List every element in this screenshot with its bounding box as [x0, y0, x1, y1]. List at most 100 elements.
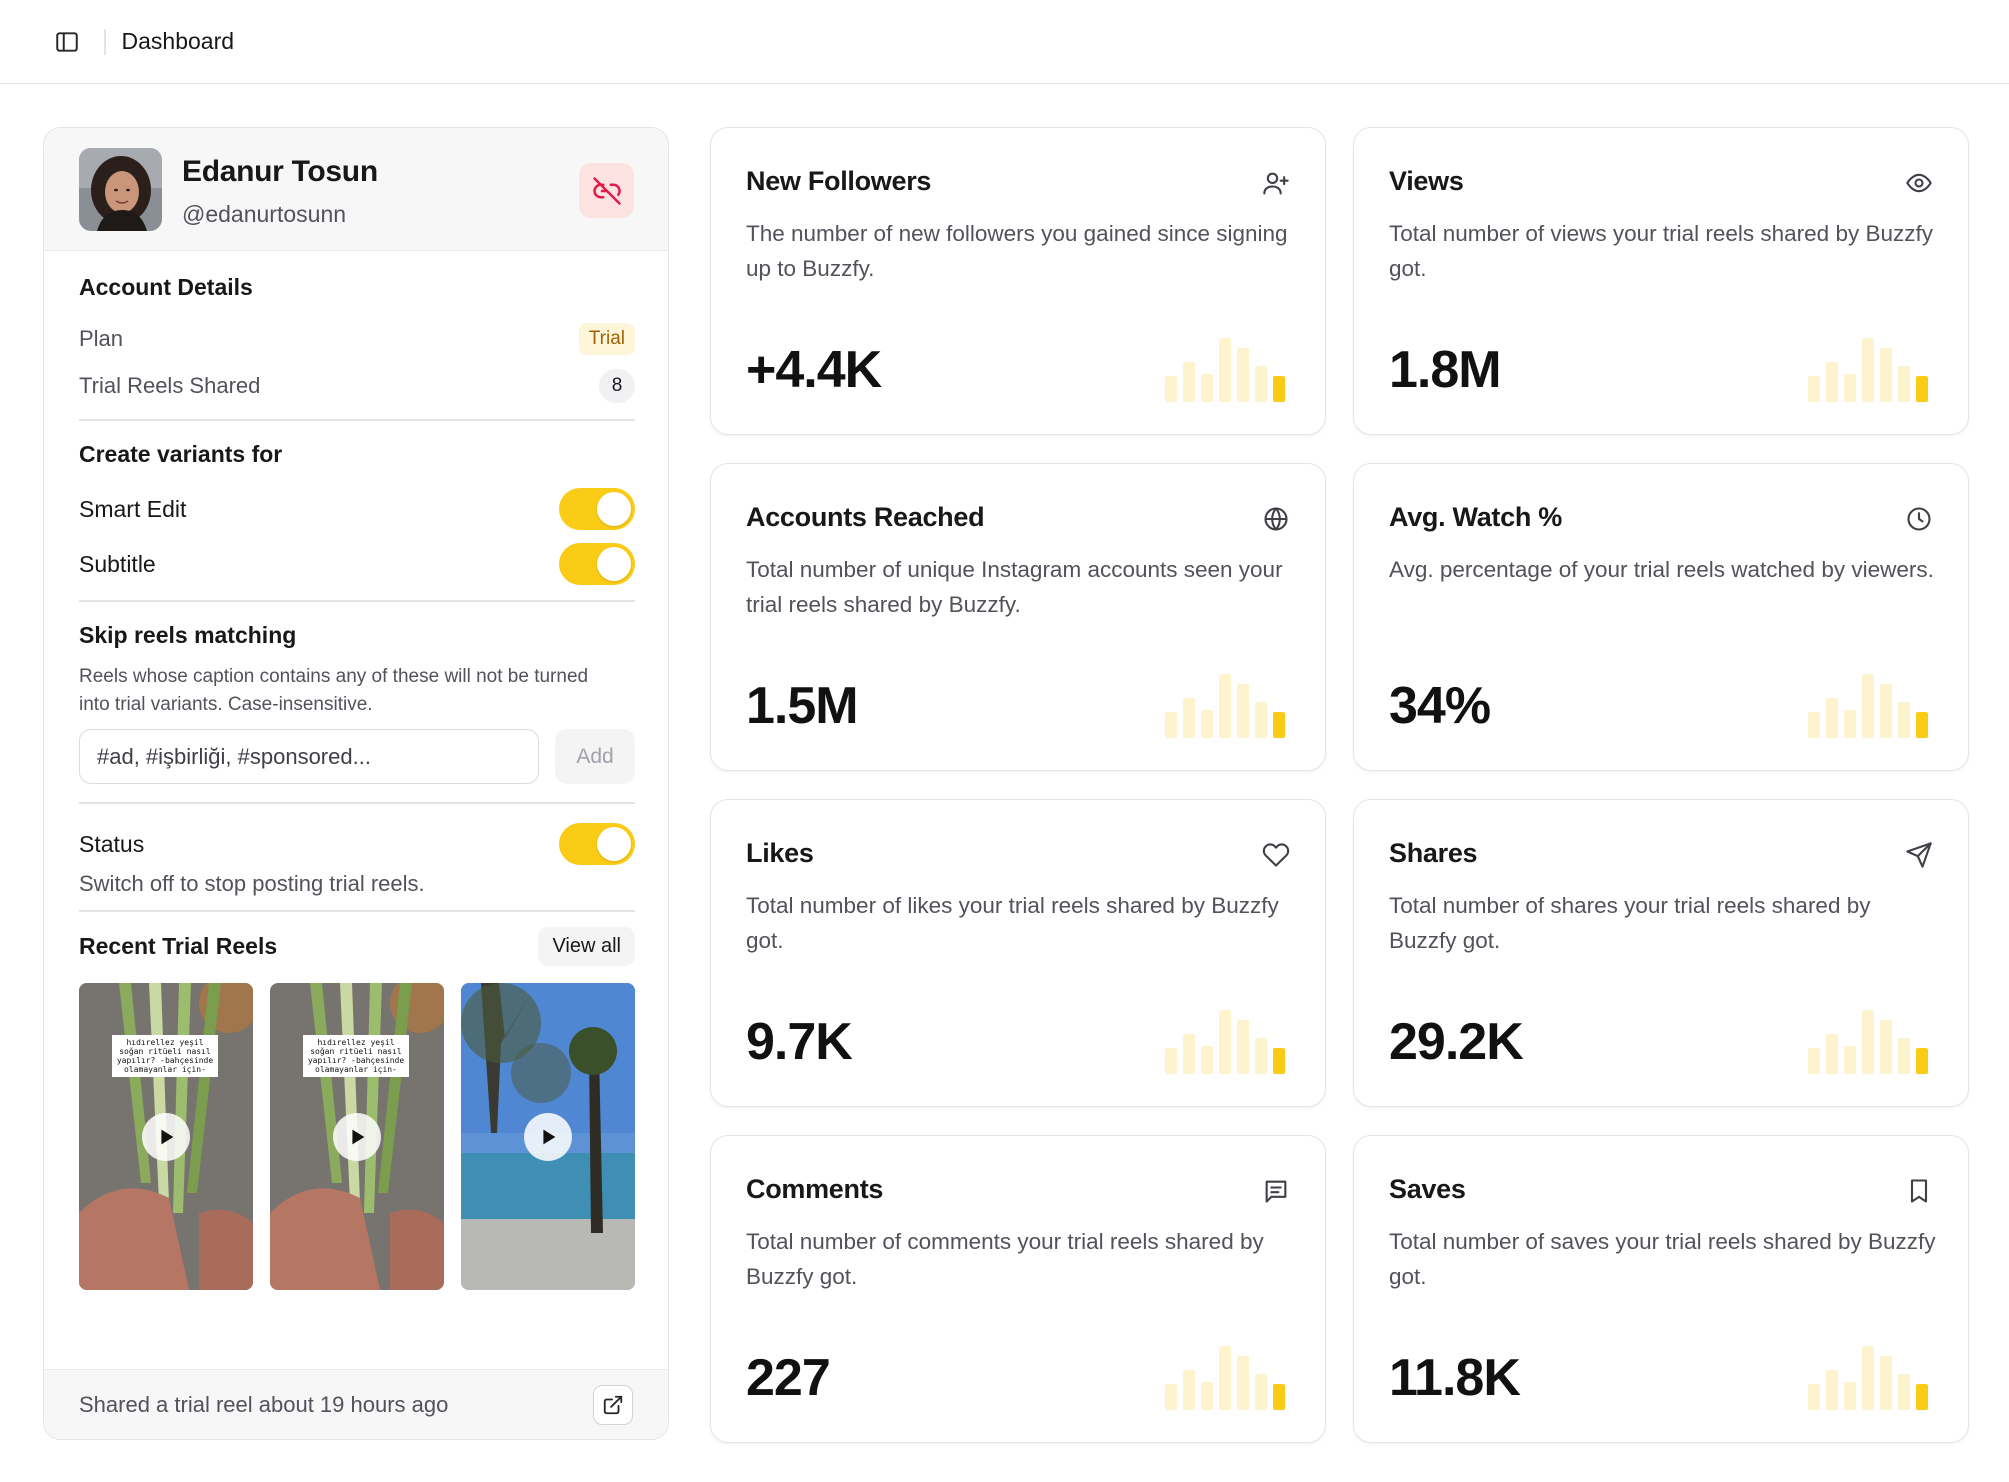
stat-card-likes: Likes Total number of likes your trial r… — [710, 799, 1326, 1107]
sparkline-bar — [1844, 1046, 1856, 1074]
reel-caption: hıdırellez yeşil soğan ritüeli nasıl yap… — [303, 1035, 409, 1077]
sidebar-toggle-icon[interactable] — [52, 27, 82, 57]
sparkline-bar — [1165, 376, 1177, 402]
sparkline-bars — [1165, 338, 1285, 402]
unlink-icon — [592, 176, 621, 205]
open-external-button[interactable] — [593, 1384, 633, 1425]
status-toggle[interactable] — [559, 823, 635, 865]
status-title: Status — [79, 830, 145, 857]
sparkline-bar — [1916, 1384, 1928, 1410]
card-title: Avg. Watch % — [1389, 502, 1562, 532]
heart-icon — [1261, 840, 1291, 870]
card-value: 1.5M — [746, 677, 859, 735]
stat-card-views: Views Total number of views your trial r… — [1353, 127, 1969, 435]
plan-row: Plan Trial — [79, 323, 635, 355]
profile-panel: Edanur Tosun @edanurtosunn Account Detai… — [43, 127, 669, 1440]
skip-keywords-input[interactable]: #ad, #işbirliği, #sponsored... — [79, 729, 539, 784]
sparkline-bar — [1219, 1010, 1231, 1074]
sparkline-bar — [1219, 1346, 1231, 1410]
card-value: +4.4K — [746, 341, 882, 399]
sparkline-bar — [1255, 1374, 1267, 1410]
card-description: Total number of likes your trial reels s… — [746, 893, 1279, 953]
reel-thumbnail[interactable] — [461, 983, 635, 1290]
profile-handle: @edanurtosunn — [182, 201, 347, 227]
reels-shared-row: Trial Reels Shared 8 — [79, 369, 635, 403]
sparkline-bar — [1898, 1374, 1910, 1410]
skip-input-row: #ad, #işbirliği, #sponsored... Add — [79, 729, 635, 784]
divider — [79, 600, 635, 602]
add-keyword-button[interactable]: Add — [555, 729, 635, 784]
play-icon[interactable] — [142, 1113, 190, 1161]
card-value: 9.7K — [746, 1013, 853, 1071]
sparkline-bar — [1844, 710, 1856, 738]
sparkline-bar — [1844, 374, 1856, 402]
sparkline-bar — [1898, 1038, 1910, 1074]
sparkline-bar — [1898, 366, 1910, 402]
sparkline-bar — [1165, 1384, 1177, 1410]
subtitle-toggle[interactable] — [559, 543, 635, 585]
unlink-account-button[interactable] — [579, 163, 634, 218]
variants-title: Create variants for — [79, 441, 283, 467]
status-row: Status — [79, 823, 635, 865]
stat-card-shares: Shares Total number of shares your trial… — [1353, 799, 1969, 1107]
card-description: The number of new followers you gained s… — [746, 221, 1288, 281]
divider — [79, 419, 635, 421]
stat-card-avg-watch: Avg. Watch % Avg. percentage of your tri… — [1353, 463, 1969, 771]
sparkline-bar — [1862, 1010, 1874, 1074]
smart-edit-row: Smart Edit — [79, 488, 635, 530]
top-bar: Dashboard — [0, 0, 2009, 84]
sparkline-bar — [1255, 366, 1267, 402]
sparkline-bar — [1826, 698, 1838, 738]
recent-reels-row: Recent Trial Reels View all — [79, 927, 635, 966]
sparkline-bar — [1808, 376, 1820, 402]
status-section: Status Switch off to stop posting trial … — [79, 823, 635, 897]
sparkline-bar — [1880, 348, 1892, 402]
sparkline-bar — [1916, 712, 1928, 738]
smart-edit-toggle[interactable] — [559, 488, 635, 530]
sparkline-bar — [1844, 1382, 1856, 1410]
sparkline-bar — [1237, 1020, 1249, 1074]
reels-shared-count: 8 — [599, 369, 635, 403]
play-icon[interactable] — [524, 1113, 572, 1161]
sparkline-bar — [1255, 1038, 1267, 1074]
sparkline-bar — [1273, 1048, 1285, 1074]
stat-card-accounts-reached: Accounts Reached Total number of unique … — [710, 463, 1326, 771]
globe-icon — [1261, 504, 1291, 534]
sparkline-bar — [1219, 338, 1231, 402]
sparkline-bar — [1219, 674, 1231, 738]
card-description: Total number of shares your trial reels … — [1389, 893, 1871, 953]
card-title: Saves — [1389, 1174, 1466, 1204]
page-title: Dashboard — [121, 28, 235, 54]
view-all-button[interactable]: View all — [538, 927, 635, 966]
card-description: Total number of comments your trial reel… — [746, 1229, 1264, 1289]
send-icon — [1904, 840, 1934, 870]
recent-reels-title: Recent Trial Reels — [79, 933, 278, 959]
profile-name: Edanur Tosun — [182, 155, 378, 188]
recent-reels-header: Recent Trial Reels View all — [79, 927, 635, 966]
card-title: New Followers — [746, 166, 932, 196]
subtitle-label: Subtitle — [79, 550, 156, 577]
avatar — [79, 148, 162, 231]
stat-card-saves: Saves Total number of saves your trial r… — [1353, 1135, 1969, 1443]
plan-label: Plan — [79, 326, 124, 351]
status-description: Switch off to stop posting trial reels. — [79, 871, 425, 896]
sparkline-bar — [1808, 712, 1820, 738]
card-description: Avg. percentage of your trial reels watc… — [1389, 557, 1934, 582]
skip-reels-title: Skip reels matching — [79, 622, 297, 648]
sparkline-bars — [1165, 1346, 1285, 1410]
reel-thumbnail[interactable]: hıdırellez yeşil soğan ritüeli nasıl yap… — [79, 983, 253, 1290]
sparkline-bar — [1273, 712, 1285, 738]
sparkline-bars — [1808, 1346, 1928, 1410]
card-title: Comments — [746, 1174, 884, 1204]
sparkline-bar — [1201, 1382, 1213, 1410]
stat-card-new-followers: New Followers The number of new follower… — [710, 127, 1326, 435]
sparkline-bar — [1826, 1370, 1838, 1410]
reels-shared-label: Trial Reels Shared — [79, 373, 261, 398]
profile-header: Edanur Tosun @edanurtosunn — [44, 128, 668, 251]
reel-thumbnail[interactable]: hıdırellez yeşil soğan ritüeli nasıl yap… — [270, 983, 444, 1290]
sparkline-bar — [1201, 374, 1213, 402]
user-plus-icon — [1261, 168, 1291, 198]
divider — [79, 802, 635, 804]
play-icon[interactable] — [333, 1113, 381, 1161]
sparkline-bars — [1165, 1010, 1285, 1074]
